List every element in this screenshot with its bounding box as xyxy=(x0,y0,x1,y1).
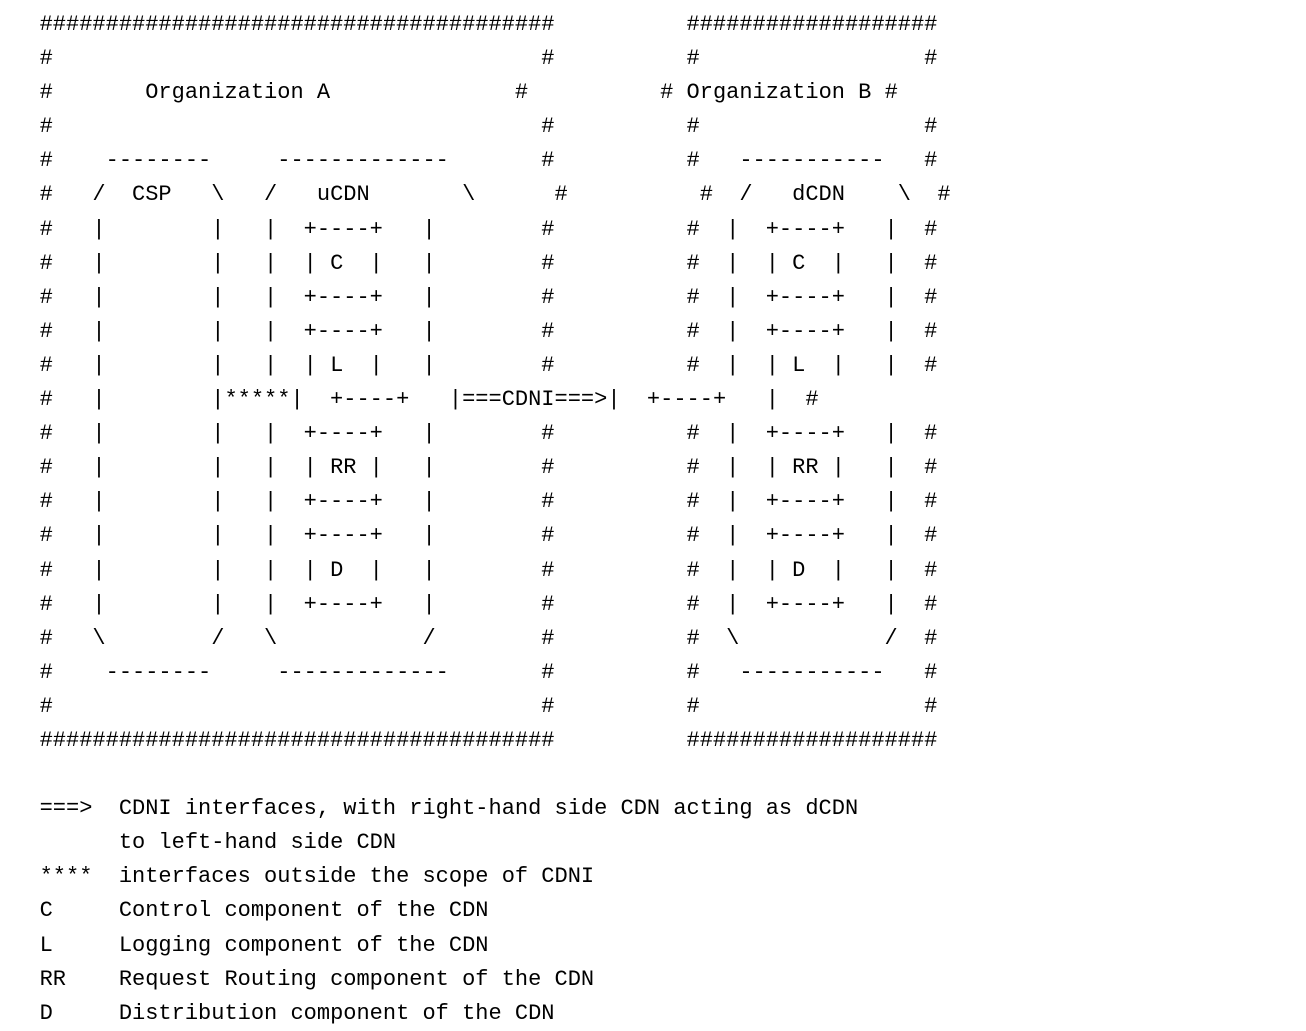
ucdn-label: uCDN xyxy=(317,182,370,207)
row-rr: # | | | | RR | | # # | | RR | | # xyxy=(0,455,937,480)
dcdn-component-l: L xyxy=(792,353,805,378)
legend-stars-text: interfaces outside the scope of CDNI xyxy=(119,864,594,889)
row-connectors: # | |*****| +----+ |===CDNI===>| +----+ … xyxy=(0,387,819,412)
row: # | | | +----+ | # # | +----+ | # xyxy=(0,592,937,617)
legend-arrow-text-2: to left-hand side CDN xyxy=(119,830,396,855)
row: # \ / \ / # # \ / # xyxy=(0,626,937,651)
legend-c-text: Control component of the CDN xyxy=(119,898,489,923)
legend-arrow-text: CDNI interfaces, with right-hand side CD… xyxy=(119,796,858,821)
row-headers: # / CSP \ / uCDN \ # # / dCDN \ # xyxy=(0,182,951,207)
legend-rr-text: Request Routing component of the CDN xyxy=(119,967,594,992)
row: # | | | +----+ | # # | +----+ | # xyxy=(0,319,937,344)
ucdn-component-c: C xyxy=(330,251,343,276)
legend-d-sym: D xyxy=(40,1001,53,1026)
cdni-connector: ===CDNI===> xyxy=(462,387,607,412)
ucdn-component-d: D xyxy=(330,558,343,583)
row: ####################################### … xyxy=(0,12,937,37)
dcdn-component-c: C xyxy=(792,251,805,276)
org-b-title: Organization B xyxy=(687,80,872,105)
row: # # # # xyxy=(0,114,937,139)
legend-rr-sym: RR xyxy=(40,967,66,992)
row-c: # | | | | C | | # # | | C | | # xyxy=(0,251,937,276)
outside-connector: ***** xyxy=(224,387,290,412)
row: # | | | +----+ | # # | +----+ | # xyxy=(0,421,937,446)
row: # | | | +----+ | # # | +----+ | # xyxy=(0,523,937,548)
legend-l-sym: L xyxy=(40,933,53,958)
org-a-title: Organization A xyxy=(145,80,330,105)
legend-arrow-sym: ===> xyxy=(40,796,93,821)
ascii-diagram: ####################################### … xyxy=(0,0,1306,1031)
legend-l-text: Logging component of the CDN xyxy=(119,933,489,958)
row-d: # | | | | D | | # # | | D | | # xyxy=(0,558,937,583)
legend-d-text: Distribution component of the CDN xyxy=(119,1001,555,1026)
row: # | | | +----+ | # # | +----+ | # xyxy=(0,489,937,514)
row: # # # # xyxy=(0,694,937,719)
csp-label: CSP xyxy=(132,182,172,207)
row: # # # # xyxy=(0,46,937,71)
dcdn-component-rr: RR xyxy=(792,455,818,480)
row-title: # Organization A # # Organization B # xyxy=(0,80,898,105)
dcdn-label: dCDN xyxy=(792,182,845,207)
row: # | | | +----+ | # # | +----+ | # xyxy=(0,285,937,310)
ucdn-component-l: L xyxy=(330,353,343,378)
row: # | | | +----+ | # # | +----+ | # xyxy=(0,217,937,242)
legend-stars-sym: **** xyxy=(40,864,93,889)
ucdn-component-rr: RR xyxy=(330,455,356,480)
row: # -------- ------------- # # -----------… xyxy=(0,148,937,173)
row: ####################################### … xyxy=(0,728,937,753)
row: # -------- ------------- # # -----------… xyxy=(0,660,937,685)
dcdn-component-d: D xyxy=(792,558,805,583)
legend-c-sym: C xyxy=(40,898,53,923)
row-l: # | | | | L | | # # | | L | | # xyxy=(0,353,937,378)
